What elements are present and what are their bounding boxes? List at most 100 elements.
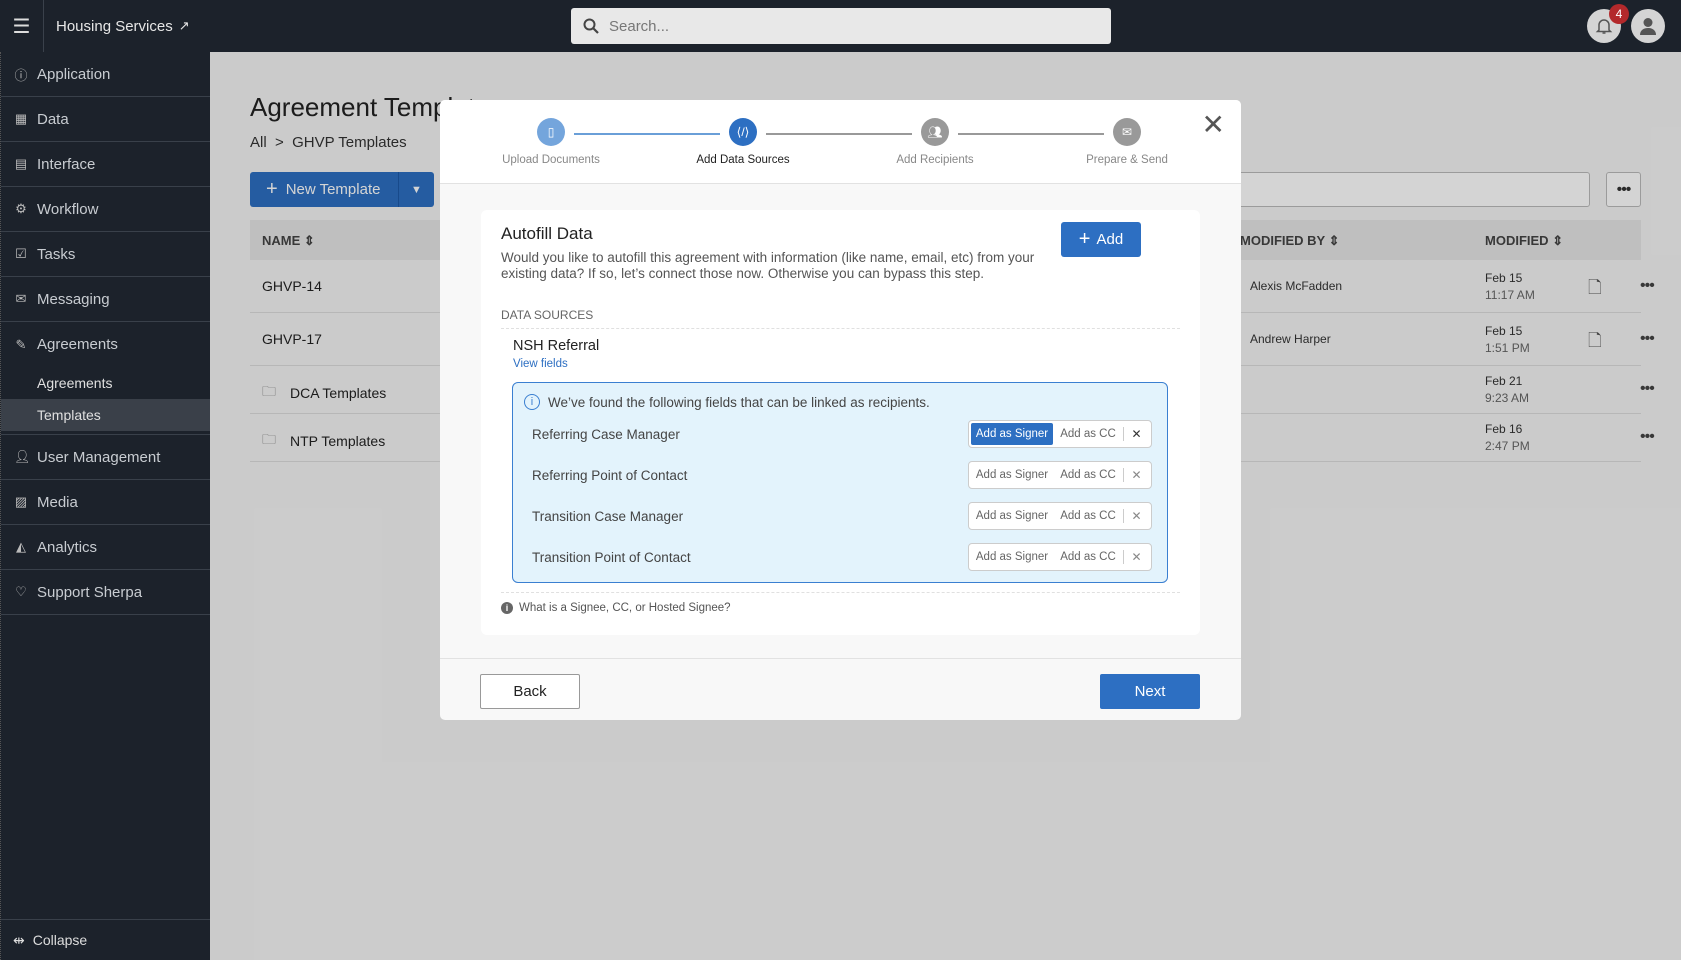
step-prepare-send[interactable]: ✉ Prepare & Send [1057,118,1197,166]
table-icon: ▦ [14,111,28,126]
sidebar-item-tasks[interactable]: ☑ Tasks [1,232,210,277]
info-icon: i [524,394,540,410]
external-link-icon: ↗ [178,18,190,33]
close-icon[interactable]: ✕ [1202,108,1225,141]
search-input[interactable] [609,17,1089,35]
clear-icon[interactable]: ✕ [1123,427,1149,441]
stepper: ▯ Upload Documents ⟨/⟩ Add Data Sources 👥︎… [440,100,1241,184]
add-as-signer-button[interactable]: Add as Signer [971,546,1053,568]
sidebar-label: Media [37,493,78,511]
add-as-signer-button[interactable]: Add as Signer [971,464,1053,486]
user-icon [1640,18,1656,35]
sidebar-item-media[interactable]: ▨ Media [1,480,210,525]
add-data-source-button[interactable]: + Add [1061,222,1141,257]
app-title: Housing Services [56,17,173,35]
clear-icon[interactable]: ✕ [1123,550,1149,564]
chart-icon: ◭ [16,539,26,554]
sidebar-item-analytics[interactable]: ◭ Analytics [1,525,210,570]
sidebar-label: Data [37,110,69,128]
next-button[interactable]: Next [1100,674,1200,709]
step-upload-documents[interactable]: ▯ Upload Documents [481,118,621,166]
step-label: Upload Documents [502,154,600,166]
recipient-type-toggle: Add as Signer Add as CC ✕ [968,420,1152,448]
collapse-button[interactable]: ⇹ Collapse [1,919,211,960]
users-icon: 👥︎ [921,118,949,146]
user-icon: 👤︎ [14,449,31,464]
sidebar-subitem-templates[interactable]: Templates [1,399,210,431]
step-label: Prepare & Send [1086,154,1168,166]
linkable-field-row: Referring Point of Contact Add as Signer… [532,461,1152,489]
info-circle-icon: ⓘ [14,67,28,83]
field-label: Referring Case Manager [532,426,680,442]
data-source-name: NSH Referral [513,338,600,354]
modal-footer: Back Next [440,658,1241,720]
app-title-link[interactable]: Housing Services ↗ [56,18,190,35]
signature-icon: ✎ [15,336,27,352]
sidebar-item-messaging[interactable]: ✉ Messaging [1,277,210,322]
sidebar-item-agreements[interactable]: ✎ Agreements [1,322,210,367]
field-label: Transition Case Manager [532,508,684,524]
add-as-signer-button[interactable]: Add as Signer [971,423,1053,445]
add-as-cc-button[interactable]: Add as CC [1053,510,1123,522]
user-avatar[interactable] [1631,9,1665,43]
data-sources-label: DATA SOURCES [501,308,1180,329]
sidebar: ⓘ Application ▦ Data ▤ Interface ⚙ Workflow … [0,52,211,960]
collapse-icon: ⇹ [13,931,25,948]
sidebar-label: Interface [37,155,96,173]
menu-icon[interactable]: ☰ [0,0,44,52]
sidebar-item-application[interactable]: ⓘ Application [1,52,210,97]
recipient-type-toggle: Add as Signer Add as CC ✕ [968,502,1152,530]
sidebar-item-support-sherpa[interactable]: ♡ Support Sherpa [1,570,210,615]
autofill-card: Autofill Data Would you like to autofill… [481,210,1200,635]
sidebar-label: Support Sherpa [37,583,143,601]
field-label: Transition Point of Contact [532,549,691,565]
sidebar-label: Application [37,65,111,83]
layout-icon: ▤ [14,156,28,171]
heart-icon: ♡ [15,584,27,599]
add-as-cc-button[interactable]: Add as CC [1053,469,1123,481]
step-add-data-sources[interactable]: ⟨/⟩ Add Data Sources [673,118,813,166]
step-label: Add Recipients [896,154,974,166]
image-icon: ▨ [14,494,28,509]
sidebar-label: Tasks [37,245,76,263]
sidebar-item-data[interactable]: ▦ Data [1,97,210,142]
top-bar: ☰ Housing Services ↗ 4 [0,0,1681,52]
linkable-field-row: Transition Case Manager Add as Signer Ad… [532,502,1152,530]
sidebar-item-workflow[interactable]: ⚙ Workflow [1,187,210,232]
envelope-icon: ✉ [15,291,27,306]
notifications-button[interactable]: 4 [1587,4,1629,43]
recipient-type-toggle: Add as Signer Add as CC ✕ [968,543,1152,571]
sidebar-label: Agreements [37,336,118,353]
info-text: We’ve found the following fields that ca… [548,394,930,410]
sidebar-item-user-management[interactable]: 👤︎ User Management [1,435,210,480]
sidebar-label: Messaging [37,290,110,308]
linkable-field-row: Referring Case Manager Add as Signer Add… [532,420,1152,448]
step-add-recipients[interactable]: 👥︎ Add Recipients [865,118,1005,166]
add-as-cc-button[interactable]: Add as CC [1053,551,1123,563]
clear-icon[interactable]: ✕ [1123,468,1149,482]
clear-icon[interactable]: ✕ [1123,509,1149,523]
plus-icon: + [1078,228,1091,250]
code-icon: ⟨/⟩ [729,118,757,146]
sidebar-subitem-agreements[interactable]: Agreements [1,367,210,399]
search-bar [571,8,1111,44]
back-button[interactable]: Back [480,674,580,709]
card-title: Autofill Data [501,224,593,243]
view-fields-link[interactable]: View fields [513,358,568,370]
info-icon: i [501,602,513,614]
field-label: Referring Point of Contact [532,467,688,483]
linkable-field-row: Transition Point of Contact Add as Signe… [532,543,1152,571]
document-icon: ▯ [537,118,565,146]
sidebar-label: Analytics [37,538,98,556]
help-link[interactable]: i What is a Signee, CC, or Hosted Signee? [501,602,731,614]
add-as-cc-button[interactable]: Add as CC [1053,428,1123,440]
workflow-icon: ⚙ [15,201,27,216]
info-message: i We’ve found the following fields that c… [524,394,930,410]
checkbox-icon: ☑ [15,246,27,261]
search-icon [583,18,599,34]
add-as-signer-button[interactable]: Add as Signer [971,505,1053,527]
help-text: What is a Signee, CC, or Hosted Signee? [519,602,731,614]
collapse-label: Collapse [32,932,88,948]
sidebar-item-interface[interactable]: ▤ Interface [1,142,210,187]
recipient-type-toggle: Add as Signer Add as CC ✕ [968,461,1152,489]
